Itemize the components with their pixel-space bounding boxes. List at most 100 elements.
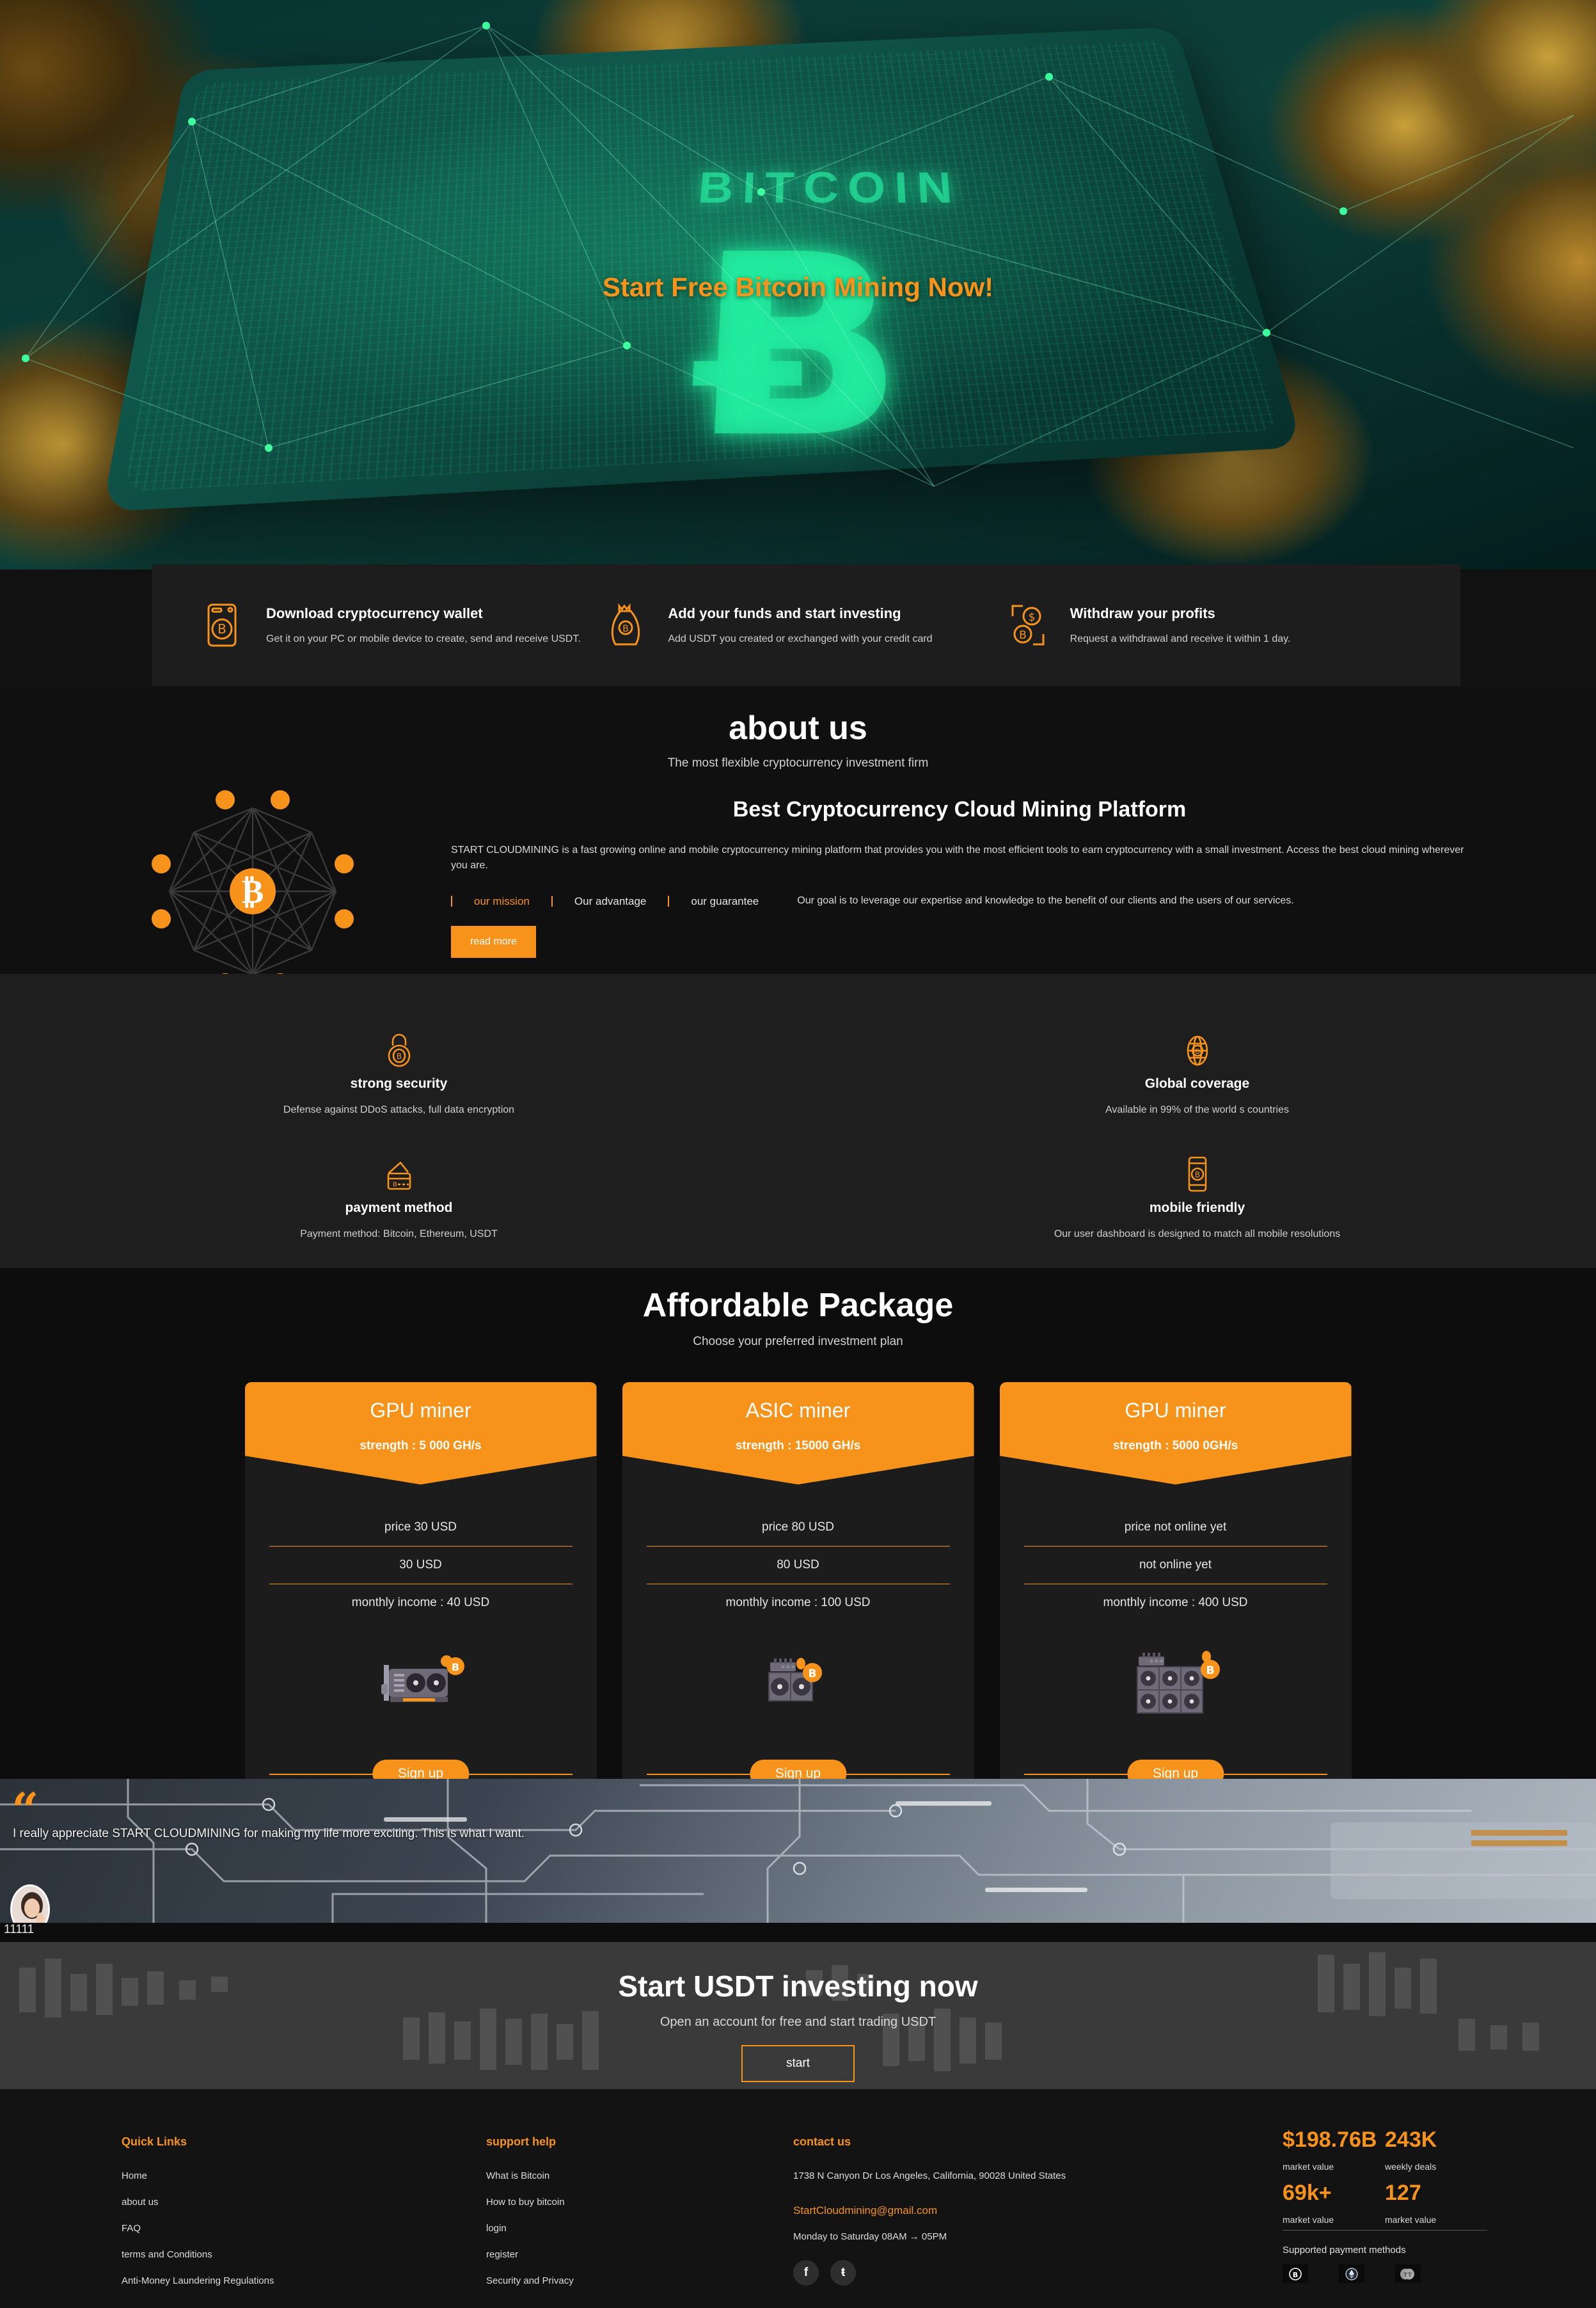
testimonial-text: I really appreciate START CLOUDMINING fo…: [13, 1827, 525, 1840]
social-links: f ŧ: [793, 2260, 1209, 2286]
package-name: GPU miner: [370, 1399, 471, 1422]
feature-item: B mobile friendly Our user dashboard is …: [798, 1154, 1596, 1240]
withdraw-coins-icon: $ B: [1007, 602, 1048, 648]
footer-link-home[interactable]: Home: [122, 2170, 486, 2181]
feature-item: B strong security Defense against DDoS a…: [0, 1030, 798, 1116]
step-item: B Download cryptocurrency wallet Get it …: [203, 602, 605, 648]
tab-our-advantage[interactable]: Our advantage: [551, 895, 668, 907]
feature-title: Global coverage: [1144, 1076, 1250, 1091]
package-income: monthly income : 100 USD: [725, 1596, 871, 1609]
stat-value: $198.76B: [1283, 2128, 1377, 2152]
feature-desc: Available in 99% of the world s countrie…: [1105, 1104, 1289, 1115]
tether-icon: T T: [1395, 2264, 1421, 2283]
payment-methods: B T T: [1283, 2264, 1487, 2283]
step-desc: Add USDT you created or exchanged with y…: [668, 633, 933, 644]
footer-support-help: support help What is Bitcoin How to buy …: [486, 2135, 793, 2302]
stat-label: market value: [1283, 2215, 1334, 2225]
facebook-icon[interactable]: f: [793, 2260, 819, 2286]
payments-title: Supported payment methods: [1283, 2245, 1406, 2256]
step-desc: Get it on your PC or mobile device to cr…: [266, 633, 581, 644]
step-desc: Request a withdrawal and receive it with…: [1070, 633, 1291, 644]
about-lead: START CLOUDMINING is a fast growing onli…: [451, 845, 1464, 871]
footer-link-how-to-buy[interactable]: How to buy bitcoin: [486, 2197, 793, 2208]
svg-text:B: B: [1019, 629, 1027, 642]
quote-mark-icon: “: [12, 1783, 39, 1838]
tab-our-guarantee[interactable]: our guarantee: [668, 895, 780, 907]
stat-item: 127 market value: [1385, 2181, 1487, 2225]
svg-text:B: B: [808, 1667, 816, 1680]
step-item: $ B Withdraw your profits Request a with…: [1007, 602, 1409, 648]
feature-desc: Our user dashboard is designed to match …: [1054, 1229, 1341, 1239]
about-tab-note: Our goal is to leverage our expertise an…: [797, 895, 1294, 906]
package-income: monthly income : 40 USD: [351, 1596, 490, 1609]
svg-text:B: B: [396, 1052, 401, 1061]
svg-text:B: B: [393, 1181, 397, 1188]
gpu-card-icon: B: [245, 1621, 597, 1749]
package-card: ASIC miner strength : 15000 GH/s price 8…: [622, 1382, 974, 1798]
package-strength: strength : 5000 0GH/s: [1112, 1439, 1238, 1452]
package-strength: strength : 5 000 GH/s: [359, 1439, 482, 1452]
package-amount: not online yet: [1023, 1547, 1327, 1584]
step-item: B Add your funds and start investing Add…: [605, 602, 1007, 648]
hero-section: BITCOIN Ƀ Start Free Bitcoin Mining Now!: [0, 0, 1596, 569]
package-card-list: GPU miner strength : 5 000 GH/s price 30…: [0, 1382, 1596, 1798]
feature-title: payment method: [345, 1200, 453, 1215]
footer-address: 1738 N Canyon Dr Los Angeles, California…: [793, 2170, 1066, 2181]
stat-label: market value: [1283, 2161, 1334, 2172]
stat-item: 69k+ market value: [1283, 2181, 1385, 2225]
svg-text:T: T: [1403, 2272, 1408, 2279]
testimonial-section: “ I really appreciate START CLOUDMINING …: [0, 1779, 1596, 1923]
footer-email[interactable]: StartCloudmining@gmail.com: [793, 2204, 1209, 2217]
svg-text:B: B: [1206, 1664, 1214, 1677]
step-title: Withdraw your profits: [1070, 605, 1215, 621]
read-more-button[interactable]: read more: [451, 926, 536, 958]
asic-rig-2-icon: B: [622, 1621, 974, 1749]
money-bag-icon: B: [605, 602, 646, 648]
features-section: B strong security Defense against DDoS a…: [0, 974, 1596, 1364]
globe-bitcoin-icon: B: [798, 1030, 1596, 1069]
footer: Quick Links Home about us FAQ terms and …: [0, 2089, 1596, 2308]
package-price: price 80 USD: [646, 1509, 950, 1547]
svg-text:B: B: [1293, 2271, 1298, 2279]
footer-link-terms[interactable]: terms and Conditions: [122, 2249, 486, 2260]
footer-link-register[interactable]: register: [486, 2249, 793, 2260]
wallet-card-icon: B: [0, 1154, 798, 1193]
package-strength: strength : 15000 GH/s: [735, 1439, 861, 1452]
footer-quick-title: Quick Links: [122, 2135, 187, 2148]
feature-title: mobile friendly: [1149, 1200, 1245, 1215]
footer-link-security[interactable]: Security and Privacy: [486, 2275, 793, 2286]
footer-contact: contact us 1738 N Canyon Dr Los Angeles,…: [793, 2135, 1209, 2302]
footer-stats: $198.76B market value 243K weekly deals …: [1283, 2128, 1487, 2283]
asic-rig-6-icon: B: [1000, 1621, 1352, 1749]
package-card: GPU miner strength : 5 000 GH/s price 30…: [244, 1382, 597, 1798]
footer-link-aml[interactable]: Anti-Money Laundering Regulations: [122, 2275, 486, 2286]
package-card-header: ASIC miner strength : 15000 GH/s: [622, 1382, 974, 1484]
tab-our-mission[interactable]: our mission: [451, 895, 551, 907]
circuit-board-background: [0, 1779, 1596, 1923]
footer-support-title: support help: [486, 2135, 556, 2148]
start-button[interactable]: start: [741, 2045, 855, 2082]
step-title: Add your funds and start investing: [668, 605, 901, 621]
divider: [1283, 2230, 1487, 2231]
footer-link-what-is-bitcoin[interactable]: What is Bitcoin: [486, 2170, 793, 2181]
package-income: monthly income : 400 USD: [1103, 1596, 1248, 1609]
package-card: GPU miner strength : 5000 0GH/s price no…: [999, 1382, 1352, 1798]
footer-quick-links: Quick Links Home about us FAQ terms and …: [122, 2135, 486, 2302]
stat-value: 243K: [1385, 2128, 1437, 2152]
smartphone-bitcoin-icon: B: [798, 1154, 1596, 1193]
svg-text:T: T: [1408, 2272, 1412, 2279]
about-section: about us The most flexible cryptocurrenc…: [0, 686, 1596, 992]
svg-text:B: B: [1194, 1170, 1199, 1179]
testimonial-author: 11111: [0, 1923, 1596, 1942]
package-amount: 30 USD: [269, 1547, 573, 1584]
stat-value: 127: [1385, 2181, 1421, 2205]
stat-item: 243K weekly deals: [1385, 2128, 1487, 2172]
footer-hours: Monday to Saturday 08AM → 05PM: [793, 2231, 947, 2242]
package-name: ASIC miner: [745, 1399, 851, 1422]
footer-link-faq[interactable]: FAQ: [122, 2223, 486, 2234]
twitter-icon[interactable]: ŧ: [830, 2260, 856, 2286]
svg-text:$: $: [1028, 611, 1035, 624]
footer-link-login[interactable]: login: [486, 2223, 793, 2234]
footer-link-about[interactable]: about us: [122, 2197, 486, 2208]
bitcoin-icon: B: [1283, 2264, 1308, 2283]
